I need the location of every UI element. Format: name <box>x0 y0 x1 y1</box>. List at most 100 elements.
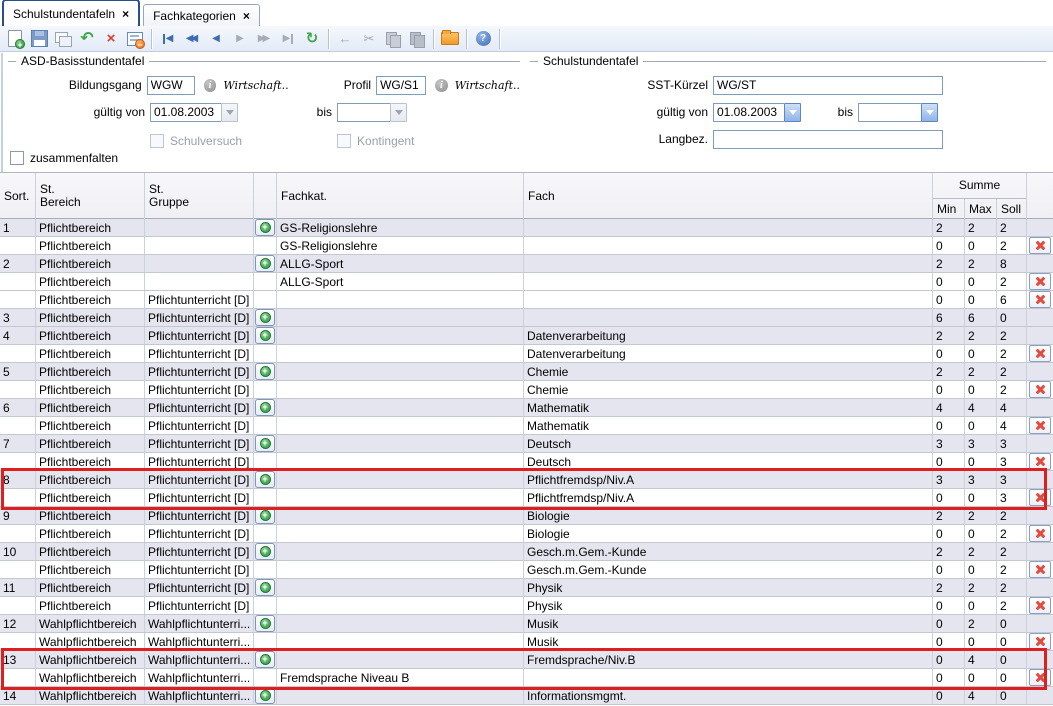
copy-pages-button[interactable] <box>382 28 404 50</box>
gueltig-von-field[interactable] <box>713 103 784 122</box>
add-subject-button[interactable]: + <box>255 363 275 380</box>
table-row[interactable]: 13WahlpflichtbereichWahlpflichtunterri..… <box>0 651 1053 669</box>
add-subject-button[interactable]: + <box>255 615 275 632</box>
table-row[interactable]: 9PflichtbereichPflichtunterricht [D]+Bio… <box>0 507 1053 525</box>
table-row[interactable]: PflichtbereichGS-Religionslehre002 <box>0 237 1053 255</box>
nav-prev-button[interactable]: ◀ <box>205 28 227 50</box>
red-x-icon <box>1035 564 1046 575</box>
table-row[interactable]: PflichtbereichPflichtunterricht [D]Pflic… <box>0 489 1053 507</box>
table-row[interactable]: PflichtbereichPflichtunterricht [D]Gesch… <box>0 561 1053 579</box>
undo-button[interactable]: ↶ <box>76 28 98 50</box>
table-row[interactable]: 10PflichtbereichPflichtunterricht [D]+Ge… <box>0 543 1053 561</box>
form-edit-button[interactable]: − <box>124 28 146 50</box>
dropdown-arrow-icon[interactable] <box>390 103 407 122</box>
tab-fachkategorien[interactable]: Fachkategorien × <box>143 4 260 26</box>
delete-row-button[interactable] <box>1029 453 1051 470</box>
nav-fast-prev-button[interactable]: ◀◀ <box>181 28 203 50</box>
table-row[interactable]: 3PflichtbereichPflichtunterricht [D]+660 <box>0 309 1053 327</box>
delete-row-button[interactable] <box>1029 345 1051 362</box>
bis-field[interactable] <box>337 103 390 122</box>
nav-fast-next-button[interactable]: ▶▶ <box>253 28 275 50</box>
table-row[interactable]: 2Pflichtbereich+ALLG-Sport228 <box>0 255 1053 273</box>
delete-row-button[interactable] <box>1029 273 1051 290</box>
table-row[interactable]: PflichtbereichPflichtunterricht [D]Biolo… <box>0 525 1053 543</box>
table-row[interactable]: 11PflichtbereichPflichtunterricht [D]+Ph… <box>0 579 1053 597</box>
paste-button[interactable] <box>406 28 428 50</box>
delete-row-button[interactable] <box>1029 669 1051 686</box>
bildungsgang-field[interactable] <box>147 76 195 95</box>
delete-row-button[interactable] <box>1029 597 1051 614</box>
delete-row-button[interactable] <box>1029 237 1051 254</box>
tab-close-icon[interactable]: × <box>122 8 129 20</box>
table-row[interactable]: 5PflichtbereichPflichtunterricht [D]+Che… <box>0 363 1053 381</box>
cell-sort <box>0 417 36 435</box>
table-row[interactable]: PflichtbereichPflichtunterricht [D]Mathe… <box>0 417 1053 435</box>
dropdown-arrow-icon[interactable] <box>221 103 238 122</box>
help-button[interactable]: ? <box>472 28 494 50</box>
table-row[interactable]: 6PflichtbereichPflichtunterricht [D]+Mat… <box>0 399 1053 417</box>
back-arrow-button[interactable]: ← <box>334 28 356 50</box>
nav-last-button[interactable]: ▶ <box>277 28 299 50</box>
delete-row-button[interactable] <box>1029 489 1051 506</box>
table-row[interactable]: WahlpflichtbereichWahlpflichtunterri...M… <box>0 633 1053 651</box>
delete-row-button[interactable] <box>1029 381 1051 398</box>
refresh-button[interactable]: ↻ <box>301 28 323 50</box>
table-row[interactable]: PflichtbereichPflichtunterricht [D]Daten… <box>0 345 1053 363</box>
nav-first-button[interactable]: ◀ <box>157 28 179 50</box>
delete-row-button[interactable] <box>1029 525 1051 542</box>
table-row[interactable]: 4PflichtbereichPflichtunterricht [D]+Dat… <box>0 327 1053 345</box>
tab-schulstundentafeln[interactable]: Schulstundentafeln × <box>2 0 140 26</box>
add-subject-button[interactable]: + <box>255 543 275 560</box>
add-subject-button[interactable]: + <box>255 471 275 488</box>
tab-close-icon[interactable]: × <box>243 10 250 22</box>
dropdown-arrow-icon[interactable] <box>784 103 801 122</box>
save-button[interactable] <box>28 28 50 50</box>
bis-field[interactable] <box>858 103 921 122</box>
table-row[interactable]: PflichtbereichPflichtunterricht [D]Deuts… <box>0 453 1053 471</box>
table-row[interactable]: 8PflichtbereichPflichtunterricht [D]+Pfl… <box>0 471 1053 489</box>
table-row[interactable]: WahlpflichtbereichWahlpflichtunterri...F… <box>0 669 1053 687</box>
profil-field[interactable] <box>376 76 426 95</box>
zusammenfalten-checkbox[interactable] <box>10 151 24 165</box>
delete-row-button[interactable] <box>1029 291 1051 308</box>
table-row[interactable]: PflichtbereichPflichtunterricht [D]Physi… <box>0 597 1053 615</box>
delete-row-button[interactable] <box>1029 417 1051 434</box>
add-subject-button[interactable]: + <box>255 255 275 272</box>
copy-window-button[interactable] <box>52 28 74 50</box>
cell-fachkat <box>277 489 524 507</box>
sst-kuerzel-field[interactable] <box>713 76 943 95</box>
table-row[interactable]: PflichtbereichPflichtunterricht [D]006 <box>0 291 1053 309</box>
cell-fach: Pflichtfremdsp/Niv.A <box>524 489 933 507</box>
add-subject-button[interactable]: + <box>255 651 275 668</box>
langbez-field[interactable] <box>713 130 943 149</box>
cell-plus <box>254 237 277 255</box>
add-subject-button[interactable]: + <box>255 687 275 704</box>
delete-row-button[interactable] <box>1029 633 1051 650</box>
undo-icon: ↶ <box>80 31 93 47</box>
table-row[interactable]: 7PflichtbereichPflichtunterricht [D]+Deu… <box>0 435 1053 453</box>
table-row[interactable]: PflichtbereichALLG-Sport002 <box>0 273 1053 291</box>
table-row[interactable]: PflichtbereichPflichtunterricht [D]Chemi… <box>0 381 1053 399</box>
add-subject-button[interactable]: + <box>255 399 275 416</box>
gueltig-von-field[interactable] <box>150 103 221 122</box>
add-subject-button[interactable]: + <box>255 435 275 452</box>
add-subject-button[interactable]: + <box>255 219 275 236</box>
delete-row-button[interactable] <box>1029 561 1051 578</box>
dropdown-arrow-icon[interactable] <box>921 103 938 122</box>
folder-button[interactable] <box>439 28 461 50</box>
cell-gruppe: Pflichtunterricht [D] <box>145 363 254 381</box>
cell-max: 3 <box>965 471 997 489</box>
add-subject-button[interactable]: + <box>255 579 275 596</box>
delete-button[interactable]: × <box>100 28 122 50</box>
kontingent-checkbox[interactable] <box>337 134 351 148</box>
add-subject-button[interactable]: + <box>255 507 275 524</box>
table-row[interactable]: 12WahlpflichtbereichWahlpflichtunterri..… <box>0 615 1053 633</box>
table-row[interactable]: 1Pflichtbereich+GS-Religionslehre222 <box>0 219 1053 237</box>
new-document-button[interactable]: + <box>4 28 26 50</box>
cut-button[interactable]: ✂ <box>358 28 380 50</box>
add-subject-button[interactable]: + <box>255 309 275 326</box>
table-row[interactable]: 14WahlpflichtbereichWahlpflichtunterri..… <box>0 687 1053 705</box>
add-subject-button[interactable]: + <box>255 327 275 344</box>
schulversuch-checkbox[interactable] <box>150 134 164 148</box>
nav-next-button[interactable]: ▶ <box>229 28 251 50</box>
